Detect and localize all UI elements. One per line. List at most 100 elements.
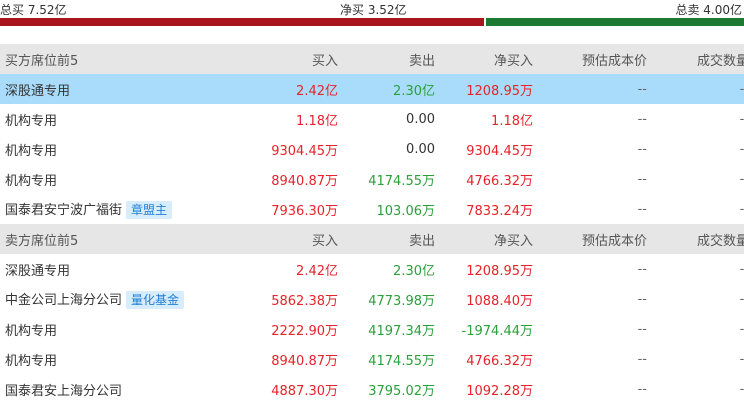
trade-volume-cell: -- — [739, 351, 744, 367]
sell-section-header-cell: 卖方席位前5 — [0, 224, 225, 254]
cost-price-cell: -- — [637, 201, 647, 217]
net-amount-cell: 9304.45万 — [466, 143, 533, 159]
sell-amount-cell: 2.30亿 — [338, 74, 435, 104]
buy-amount-cell: 8940.87万 — [271, 173, 338, 189]
sell-amount-cell: 3795.02万 — [368, 383, 435, 399]
buy-amount-cell: 4887.30万 — [271, 383, 338, 399]
seat-name-cell[interactable]: 中金公司上海分公司 量化基金 — [0, 284, 225, 314]
cost-price-cell: -- — [637, 321, 647, 337]
buy-section-header-cell: 买方席位前5 — [0, 44, 225, 74]
seat-name-cell[interactable]: 深股通专用 — [0, 254, 225, 284]
buy-section-row[interactable]: 机构专用 1.18亿 0.00 1.18亿 -- -- — [0, 104, 744, 134]
buy-amount-cell: 2.42亿 — [296, 263, 338, 279]
buy-section-row[interactable]: 国泰君安宁波广福街章盟主 7936.30万 103.06万 7833.24万 -- -- — [0, 194, 744, 224]
cost-price-cell: -- — [637, 291, 647, 307]
trade-volume-cell: -- — [739, 171, 744, 187]
net-amount-cell: 1088.40万 — [466, 293, 533, 309]
buy-section-header-cell[interactable]: 买入 — [225, 44, 338, 74]
seat-name[interactable]: 机构专用 — [5, 354, 57, 369]
buy-section-header-cell[interactable]: 净买入 — [435, 44, 533, 74]
trade-volume-cell: -- — [739, 291, 744, 307]
sell-section-row[interactable]: 深股通专用 2.42亿 2.30亿 1208.95万 -- -- — [0, 254, 744, 284]
buy-amount-cell: 9304.45万 — [271, 143, 338, 159]
summary-line: 总买 7.52亿 净买 3.52亿 总卖 4.00亿 — [0, 0, 744, 18]
net-amount-cell: 4766.32万 — [466, 353, 533, 369]
sell-amount-cell: 4773.98万 — [368, 293, 435, 309]
sell-section-row[interactable]: 国泰君安上海分公司 4887.30万 3795.02万 1092.28万 -- -- — [0, 374, 744, 404]
cost-price-cell: -- — [637, 171, 647, 187]
net-amount-cell: 4766.32万 — [466, 173, 533, 189]
trade-volume-cell: -- — [739, 381, 744, 397]
seat-name-cell[interactable]: 机构专用 — [0, 314, 225, 344]
net-amount-cell: -1974.44万 — [461, 323, 533, 339]
buy-section-header-cell[interactable]: 卖出 — [338, 44, 435, 74]
sell-amount-cell: 2.30亿 — [393, 263, 435, 279]
seat-name-cell[interactable]: 国泰君安上海分公司 — [0, 374, 225, 404]
seat-name[interactable]: 机构专用 — [5, 324, 57, 339]
buy-amount-cell: 2.42亿 — [225, 74, 338, 104]
seat-name[interactable]: 深股通专用 — [5, 84, 70, 99]
buy-sell-ratio-bar — [0, 18, 744, 26]
sell-section-header-cell[interactable]: 净买入 — [435, 224, 533, 254]
trade-volume-cell: -- — [739, 201, 744, 217]
trade-volume-cell: -- — [739, 261, 744, 277]
seat-name-cell[interactable]: 国泰君安宁波广福街 章盟主 — [0, 194, 225, 224]
buy-amount-cell: 8940.87万 — [271, 353, 338, 369]
trade-volume-cell: -- — [647, 74, 744, 104]
sell-section-row[interactable]: 机构专用 8940.87万 4174.55万 4766.32万 -- -- — [0, 344, 744, 374]
cost-price-cell: -- — [533, 74, 647, 104]
sell-section-row[interactable]: 中金公司上海分公司 量化基金 5862.38万 4773.98万 1088.40万 -- -… — [0, 284, 744, 314]
buy-section-row[interactable]: 机构专用 9304.45万 0.00 9304.45万 -- -- — [0, 134, 744, 164]
seat-name[interactable]: 中金公司上海分公司 — [5, 293, 122, 308]
seat-table: 买方席位前5 买入 卖出 净买入 预估成本价 成交数量 深股通专用 2.42亿 2.30亿 120… — [0, 44, 744, 404]
buy-ratio-fill — [0, 18, 484, 26]
sell-section-header-row: 卖方席位前5 买入 卖出 净买入 预估成本价 成交数量 — [0, 224, 744, 254]
sell-amount-cell: 4197.34万 — [368, 323, 435, 339]
seat-name-cell[interactable]: 机构专用 — [0, 104, 225, 134]
net-amount-cell: 1208.95万 — [466, 263, 533, 279]
buy-amount-cell: 5862.38万 — [271, 293, 338, 309]
seat-table-body: 买方席位前5 买入 卖出 净买入 预估成本价 成交数量 深股通专用 2.42亿 2.30亿 120… — [0, 44, 744, 404]
sell-section-row[interactable]: 机构专用 2222.90万 4197.34万 -1974.44万 -- -- — [0, 314, 744, 344]
cost-price-cell: -- — [637, 141, 647, 157]
seat-name[interactable]: 机构专用 — [5, 114, 57, 129]
sell-amount-cell: 103.06万 — [376, 203, 436, 219]
cost-price-cell: -- — [637, 261, 647, 277]
seat-name[interactable]: 深股通专用 — [5, 264, 70, 279]
trade-volume-cell: -- — [739, 141, 744, 157]
seat-name[interactable]: 机构专用 — [5, 144, 57, 159]
sell-section-header-cell[interactable]: 成交数量 — [647, 224, 744, 254]
cost-price-cell: -- — [637, 381, 647, 397]
sell-amount-cell: 4174.55万 — [368, 353, 435, 369]
sell-section-header-cell[interactable]: 卖出 — [338, 224, 435, 254]
trade-volume-cell: -- — [739, 111, 744, 127]
sell-ratio-fill — [486, 18, 744, 26]
seat-name-cell[interactable]: 机构专用 — [0, 164, 225, 194]
net-amount-cell: 1092.28万 — [466, 383, 533, 399]
net-amount-cell: 1208.95万 — [435, 74, 533, 104]
seat-tag-badge[interactable]: 章盟主 — [126, 201, 173, 220]
seat-name[interactable]: 国泰君安上海分公司 — [5, 384, 122, 399]
buy-section-header-row: 买方席位前5 买入 卖出 净买入 预估成本价 成交数量 — [0, 44, 744, 74]
seat-name-cell[interactable]: 机构专用 — [0, 344, 225, 374]
cost-price-cell: -- — [637, 111, 647, 127]
buy-section-header-cell[interactable]: 预估成本价 — [533, 44, 647, 74]
sell-amount-cell: 0.00 — [406, 111, 435, 127]
sell-amount-cell: 0.00 — [406, 141, 435, 157]
seat-name-cell[interactable]: 机构专用 — [0, 134, 225, 164]
seat-name[interactable]: 机构专用 — [5, 174, 57, 189]
buy-amount-cell: 1.18亿 — [296, 113, 338, 129]
sell-section-header-cell[interactable]: 买入 — [225, 224, 338, 254]
seat-name-cell[interactable]: 深股通专用 — [0, 74, 225, 104]
total-sell-label: 总卖 4.00亿 — [675, 3, 742, 17]
sell-amount-cell: 4174.55万 — [368, 173, 435, 189]
buy-section-header-cell[interactable]: 成交数量 — [647, 44, 744, 74]
seat-tag-badge[interactable]: 量化基金 — [126, 291, 185, 310]
buy-amount-cell: 2222.90万 — [271, 323, 338, 339]
seat-name[interactable]: 国泰君安宁波广福街 — [5, 203, 122, 218]
buy-section-row[interactable]: 深股通专用2.42亿2.30亿1208.95万---- — [0, 74, 744, 104]
buy-section-row[interactable]: 机构专用 8940.87万 4174.55万 4766.32万 -- -- — [0, 164, 744, 194]
sell-section-header-cell[interactable]: 预估成本价 — [533, 224, 647, 254]
total-buy-label: 总买 7.52亿 — [0, 3, 67, 17]
